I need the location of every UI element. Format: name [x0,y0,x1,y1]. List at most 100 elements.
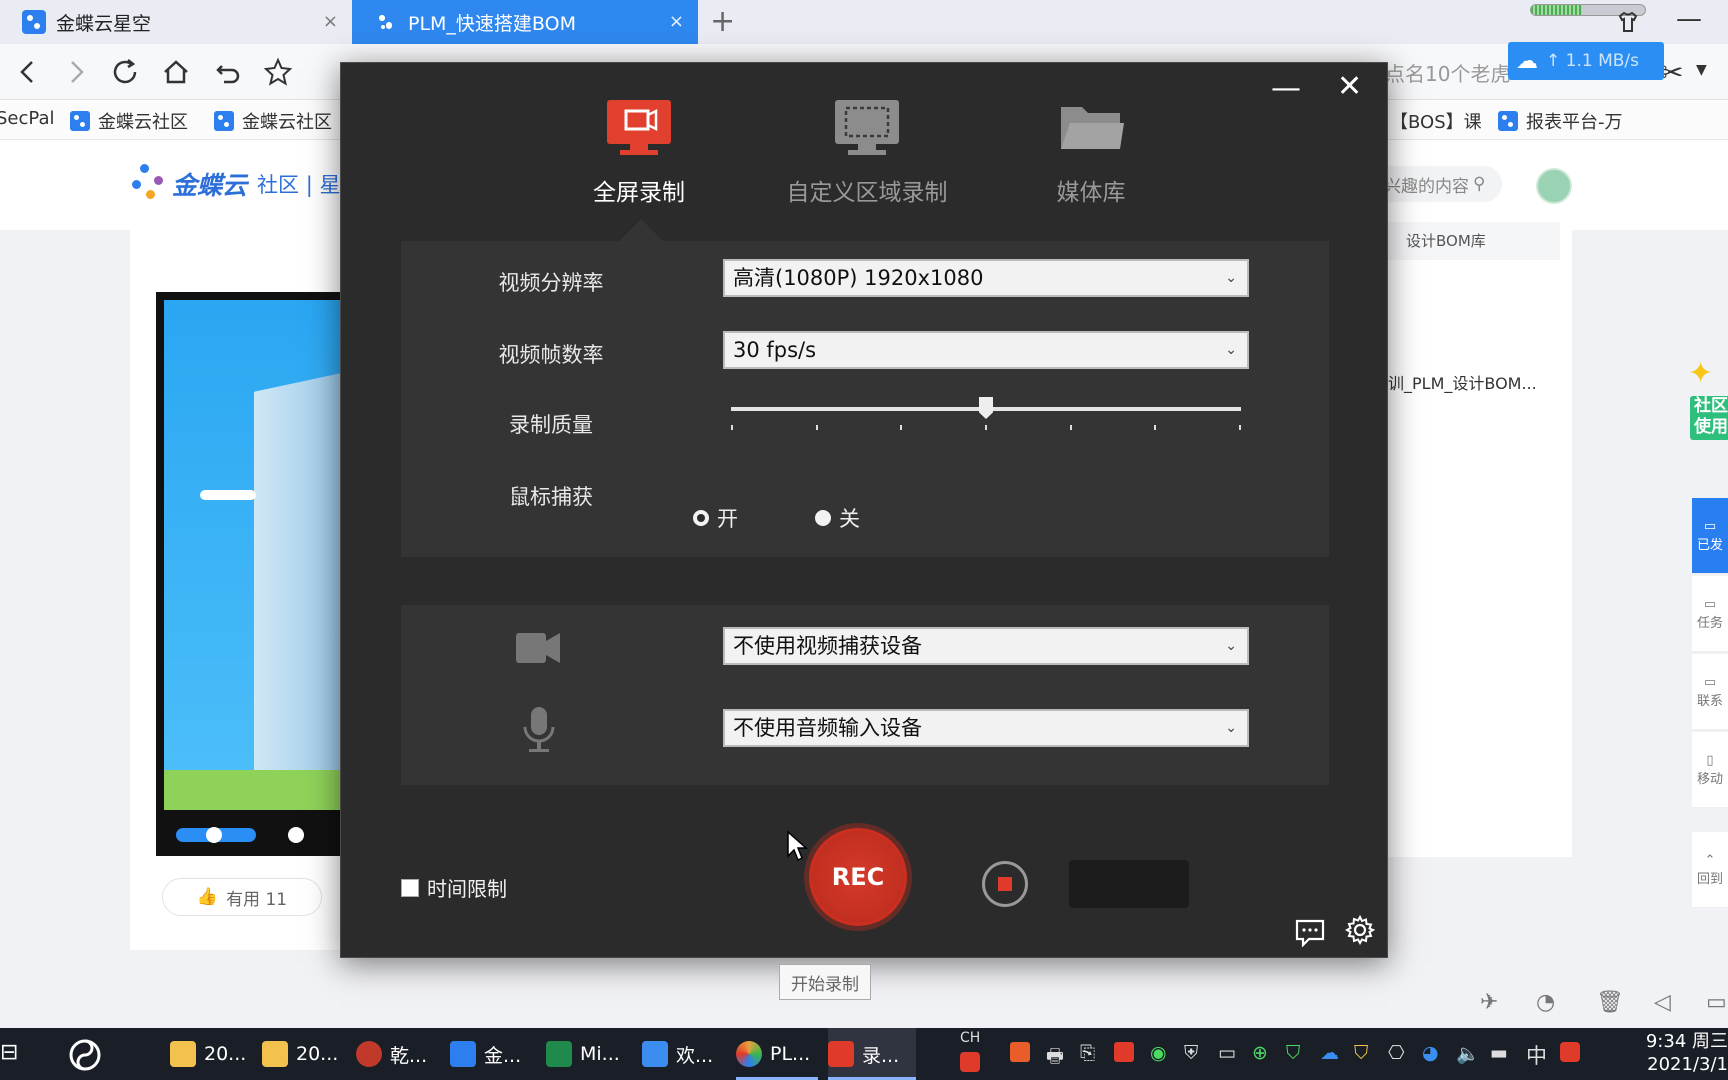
usb-icon[interactable]: ⎘ [1080,1042,1095,1064]
video-thumbnail[interactable] [156,292,356,856]
chevron-down-icon: ⌄ [1225,342,1237,358]
tab-media-library[interactable]: 媒体库 [991,99,1191,207]
bookmark-label: 金蝶云社区 [242,112,332,133]
volume-mute-icon[interactable]: 🔈 [1456,1042,1480,1065]
tab-label: 全屏录制 [593,180,685,206]
quality-slider-thumb[interactable] [979,397,993,419]
tab-fullscreen-record[interactable]: 全屏录制 [539,99,739,207]
taskbar-app-excel[interactable]: Mi... [546,1028,628,1080]
rail-item-tasks[interactable]: ▭ 任务 [1692,576,1728,652]
undo-icon[interactable] [212,52,244,100]
browser-tab-bar: 金蝶云星空 × PLM_快速搭建BOM × + — [0,0,1728,44]
resolution-select[interactable]: 高清(1080P) 1920x1080 ⌄ [723,259,1249,297]
windows-taskbar: ⊟ 20... 20... 乾... 金... Mi... 欢... PL...… [0,1028,1728,1080]
quality-slider[interactable] [731,397,1241,430]
speed-icon[interactable]: ◔ [1536,990,1555,1015]
globe-icon[interactable]: ◕ [1422,1042,1439,1064]
mouse-cursor-icon [786,830,808,866]
record-tray-icon[interactable] [1114,1042,1134,1062]
shield-icon[interactable]: ⛨ [1184,1042,1198,1064]
taskbar-app-folder[interactable]: 20... [170,1028,252,1080]
feedback-chat-icon[interactable] [1295,919,1325,951]
cursor-capture-on-radio[interactable]: 开 [693,503,738,533]
rail-item-published[interactable]: ▭ 已发 [1692,498,1728,574]
bookmark-item[interactable]: 金蝶云社区 [214,108,332,134]
forward-icon[interactable] [62,52,90,100]
tab-close-icon[interactable]: × [323,11,338,32]
slider-tick [1070,425,1072,430]
plus-circle-icon[interactable]: ⊕ [1252,1042,1268,1064]
avatar[interactable] [1536,168,1572,204]
window-icon[interactable]: ▭ [1706,990,1727,1015]
system-clock[interactable]: 9:34 周三 2021/3/1 [1640,1030,1728,1076]
clock-date: 2021/3/1 [1647,1054,1728,1075]
tray-app-icon[interactable] [1010,1042,1030,1062]
screenshot-icon[interactable]: ⎔ [1388,1042,1405,1064]
trash-icon[interactable]: 🗑 [1596,990,1624,1015]
app-label: 乾... [390,1044,428,1067]
browser-tab-plm[interactable]: PLM_快速搭建BOM × [352,0,698,44]
rocket-icon[interactable]: ✈ [1480,990,1498,1015]
taskbar-app-qianniu[interactable]: 乾... [356,1028,438,1080]
taskbar-app-recorder[interactable]: 录... [828,1028,916,1080]
system-tray: CH 🖶 ⎘ ◉ ⛨ ▭ ⊕ ⛉ ☁ ⛉ ⎔ ◕ 🔈 ▬ 中 [960,1028,1600,1080]
site-logo[interactable]: 金蝶云 社区 | 星 [130,162,340,206]
input-language[interactable]: 中 [1526,1040,1547,1070]
bookmark-item[interactable]: 金蝶云社区 [70,108,188,134]
page-bottom-tools: ✈ ◔ 🗑 ◁ ▭ [1470,990,1728,1020]
rail-item-contact[interactable]: ▭ 联系 [1692,654,1728,730]
home-icon[interactable] [160,52,192,100]
fps-select[interactable]: 30 fps/s ⌄ [723,331,1249,369]
app-label: PL... [770,1043,811,1065]
window-minimize-icon[interactable]: — [1676,4,1702,34]
bookmark-star-icon[interactable] [262,52,294,100]
community-usage-badge[interactable]: ✦ 社区使用 [1688,356,1728,446]
settings-gear-icon[interactable] [1344,914,1376,949]
bookmark-item[interactable]: SecPal [0,108,54,129]
bookmark-item[interactable]: 报表平台-万 [1498,108,1623,134]
defender-icon[interactable]: ⛉ [1354,1042,1368,1064]
new-tab-button[interactable]: + [710,4,735,39]
baidu-cloud-icon[interactable]: ☁ [1320,1042,1339,1064]
rail-item-mobile[interactable]: ▯ 移动 [1692,732,1728,808]
arrow-up-icon: ⌃ [1704,852,1716,868]
skin-shirt-icon[interactable] [1616,10,1640,40]
taskbar-app-baidu[interactable]: 欢... [642,1028,724,1080]
cursor-capture-off-radio[interactable]: 关 [815,503,860,533]
wechat-icon[interactable]: ◉ [1150,1042,1167,1064]
app-swirl-icon[interactable] [68,1038,102,1076]
rail-item-back-to-top[interactable]: ⌃ 回到 [1692,832,1728,908]
time-limit-checkbox[interactable]: 时间限制 [401,873,507,902]
record-button[interactable]: REC [809,828,907,926]
video-controls[interactable] [176,824,336,844]
audio-device-select[interactable]: 不使用音频输入设备 ⌄ [723,709,1249,747]
back-icon[interactable] [14,52,42,100]
taskbar-app-browser[interactable]: PL... [736,1028,818,1080]
chevron-down-icon[interactable]: ▼ [1696,62,1707,78]
dialog-minimize-button[interactable]: — [1271,71,1301,106]
ime-indicator[interactable]: CH [960,1030,980,1046]
security-icon[interactable]: ⛉ [1286,1042,1300,1064]
printer-icon[interactable]: 🖶 [1046,1042,1064,1074]
site-search-input[interactable]: 兴趣的内容 ⚲ [1370,166,1502,202]
reload-icon[interactable] [110,52,142,100]
breadcrumb[interactable]: 设计BOM库 [1388,222,1560,260]
bookmark-label: 【BOS】课 [1390,112,1482,133]
tab-close-icon[interactable]: × [669,11,684,32]
battery-icon[interactable]: ▬ [1490,1042,1508,1064]
sogou-icon[interactable] [960,1052,980,1072]
taskbar-app-kingdee[interactable]: 金... [450,1028,532,1080]
monitor-icon[interactable]: ▭ [1218,1042,1236,1064]
sogou-tray-icon[interactable] [1560,1042,1580,1062]
tab-region-record[interactable]: 自定义区域录制 [767,99,967,207]
useful-button[interactable]: 👍 有用 11 [162,878,322,916]
bookmark-item[interactable]: 【BOS】课 [1390,108,1482,134]
taskbar-app-folder[interactable]: 20... [262,1028,344,1080]
video-device-select[interactable]: 不使用视频捕获设备 ⌄ [723,627,1249,665]
browser-tab-jindie[interactable]: 金蝶云星空 × [0,0,352,44]
related-link[interactable]: 训_PLM_设计BOM... [1388,370,1537,394]
stop-button[interactable] [982,861,1028,907]
dialog-close-button[interactable]: ✕ [1337,69,1362,104]
task-view-icon[interactable]: ⊟ [0,1040,18,1065]
volume-icon[interactable]: ◁ [1654,990,1671,1015]
